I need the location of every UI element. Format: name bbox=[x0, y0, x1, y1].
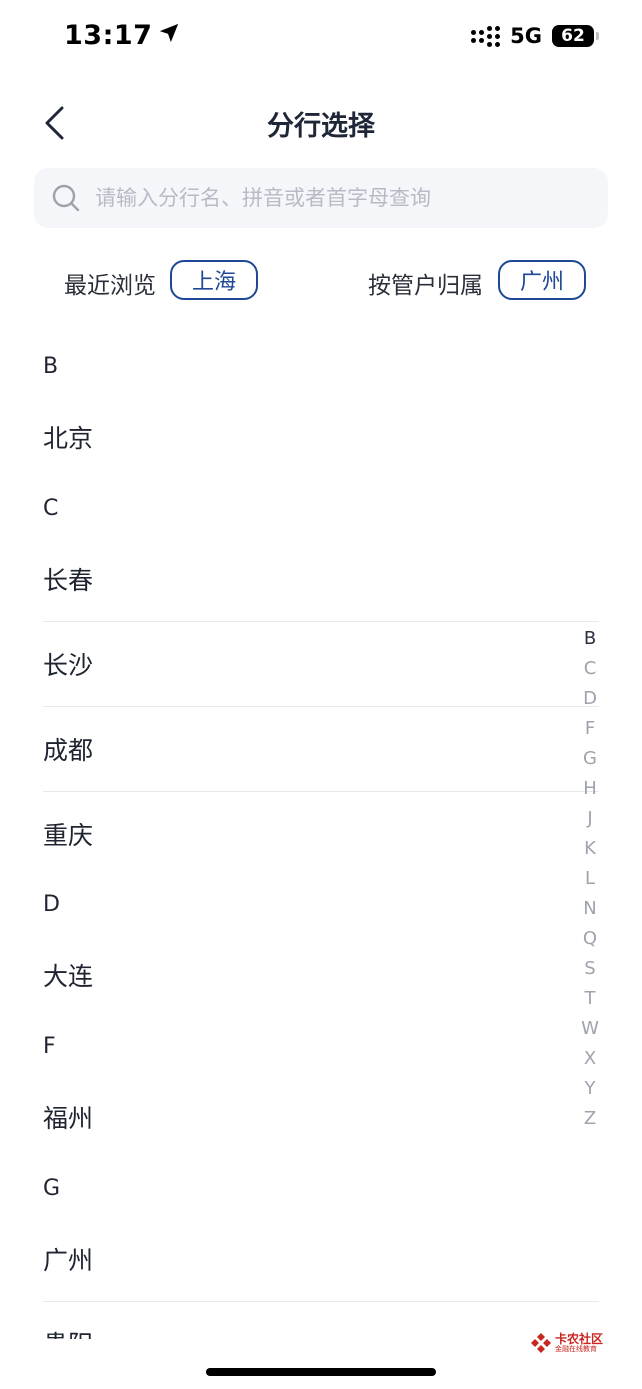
section-header-b: B bbox=[43, 354, 59, 379]
alphabet-index[interactable]: B C D F G H J K L N Q S T W X Y Z bbox=[578, 624, 602, 1134]
index-letter[interactable]: W bbox=[581, 1014, 599, 1044]
section-header-f: F bbox=[43, 1034, 56, 1059]
city-item-beijing[interactable]: 北京 bbox=[43, 409, 599, 465]
index-letter[interactable]: D bbox=[583, 684, 597, 714]
city-item-changchun[interactable]: 长春 bbox=[43, 551, 599, 607]
index-letter[interactable]: K bbox=[584, 834, 596, 864]
city-item-fuzhou[interactable]: 福州 bbox=[43, 1089, 599, 1145]
index-letter[interactable]: L bbox=[585, 864, 595, 894]
time-label: 13:17 bbox=[64, 20, 153, 51]
index-letter[interactable]: F bbox=[585, 714, 595, 744]
index-letter[interactable]: Y bbox=[585, 1074, 596, 1104]
city-name: 成都 bbox=[43, 736, 94, 765]
recent-city-button[interactable]: 上海 bbox=[170, 260, 258, 300]
index-letter[interactable]: J bbox=[587, 804, 592, 834]
city-name: 长沙 bbox=[43, 651, 94, 680]
watermark-logo: 卡农社区 金融在线教育 bbox=[530, 1332, 603, 1354]
index-letter[interactable]: N bbox=[583, 894, 596, 924]
watermark-icon bbox=[531, 1333, 551, 1353]
list-divider bbox=[43, 1301, 599, 1302]
home-indicator[interactable] bbox=[206, 1368, 436, 1376]
page-title: 分行选择 bbox=[267, 111, 375, 142]
index-letter[interactable]: Z bbox=[584, 1104, 596, 1134]
network-type-label: 5G bbox=[510, 24, 542, 48]
city-name: 北京 bbox=[43, 424, 94, 453]
list-divider bbox=[43, 791, 599, 792]
city-name: 大连 bbox=[43, 962, 94, 991]
city-name: 福州 bbox=[43, 1104, 94, 1133]
city-item-changsha[interactable]: 长沙 bbox=[43, 636, 599, 692]
section-header-c: C bbox=[43, 496, 59, 521]
section-header-g: G bbox=[43, 1176, 61, 1201]
index-letter[interactable]: C bbox=[584, 654, 597, 684]
list-divider bbox=[43, 621, 599, 622]
search-bar[interactable] bbox=[34, 168, 608, 228]
status-bar-right: 5G 62 bbox=[471, 24, 599, 48]
index-letter[interactable]: Q bbox=[583, 924, 597, 954]
city-name: 贵阳 bbox=[43, 1317, 599, 1339]
battery-level: 62 bbox=[561, 26, 585, 46]
watermark-subtitle: 金融在线教育 bbox=[555, 1344, 597, 1353]
battery-icon: 62 bbox=[552, 25, 599, 47]
index-letter[interactable]: H bbox=[583, 774, 597, 804]
section-header-d: D bbox=[43, 892, 60, 917]
owner-branch-label: 按管户归属 bbox=[368, 273, 483, 299]
list-divider bbox=[43, 706, 599, 707]
index-letter[interactable]: S bbox=[584, 954, 595, 984]
watermark-title: 卡农社区 bbox=[555, 1331, 604, 1346]
city-name: 长春 bbox=[43, 566, 94, 595]
city-name: 广州 bbox=[43, 1246, 94, 1275]
cellular-signal-icon bbox=[471, 25, 501, 47]
owner-city-button[interactable]: 广州 bbox=[498, 260, 586, 300]
search-icon bbox=[51, 183, 81, 213]
index-letter[interactable]: X bbox=[584, 1044, 596, 1074]
location-arrow-icon bbox=[158, 20, 180, 51]
recent-browse-label: 最近浏览 bbox=[64, 273, 156, 299]
city-name: 重庆 bbox=[43, 821, 94, 850]
index-letter[interactable]: G bbox=[583, 744, 597, 774]
index-letter[interactable]: B bbox=[584, 624, 596, 654]
city-item-chengdu[interactable]: 成都 bbox=[43, 721, 599, 777]
search-input[interactable] bbox=[93, 185, 597, 211]
status-bar-time: 13:17 bbox=[64, 20, 180, 51]
city-item-guangzhou[interactable]: 广州 bbox=[43, 1231, 599, 1287]
city-item-guiyang[interactable]: 贵阳 bbox=[43, 1317, 599, 1339]
city-item-dalian[interactable]: 大连 bbox=[43, 947, 599, 1003]
index-letter[interactable]: T bbox=[585, 984, 596, 1014]
city-item-chongqing[interactable]: 重庆 bbox=[43, 806, 599, 862]
